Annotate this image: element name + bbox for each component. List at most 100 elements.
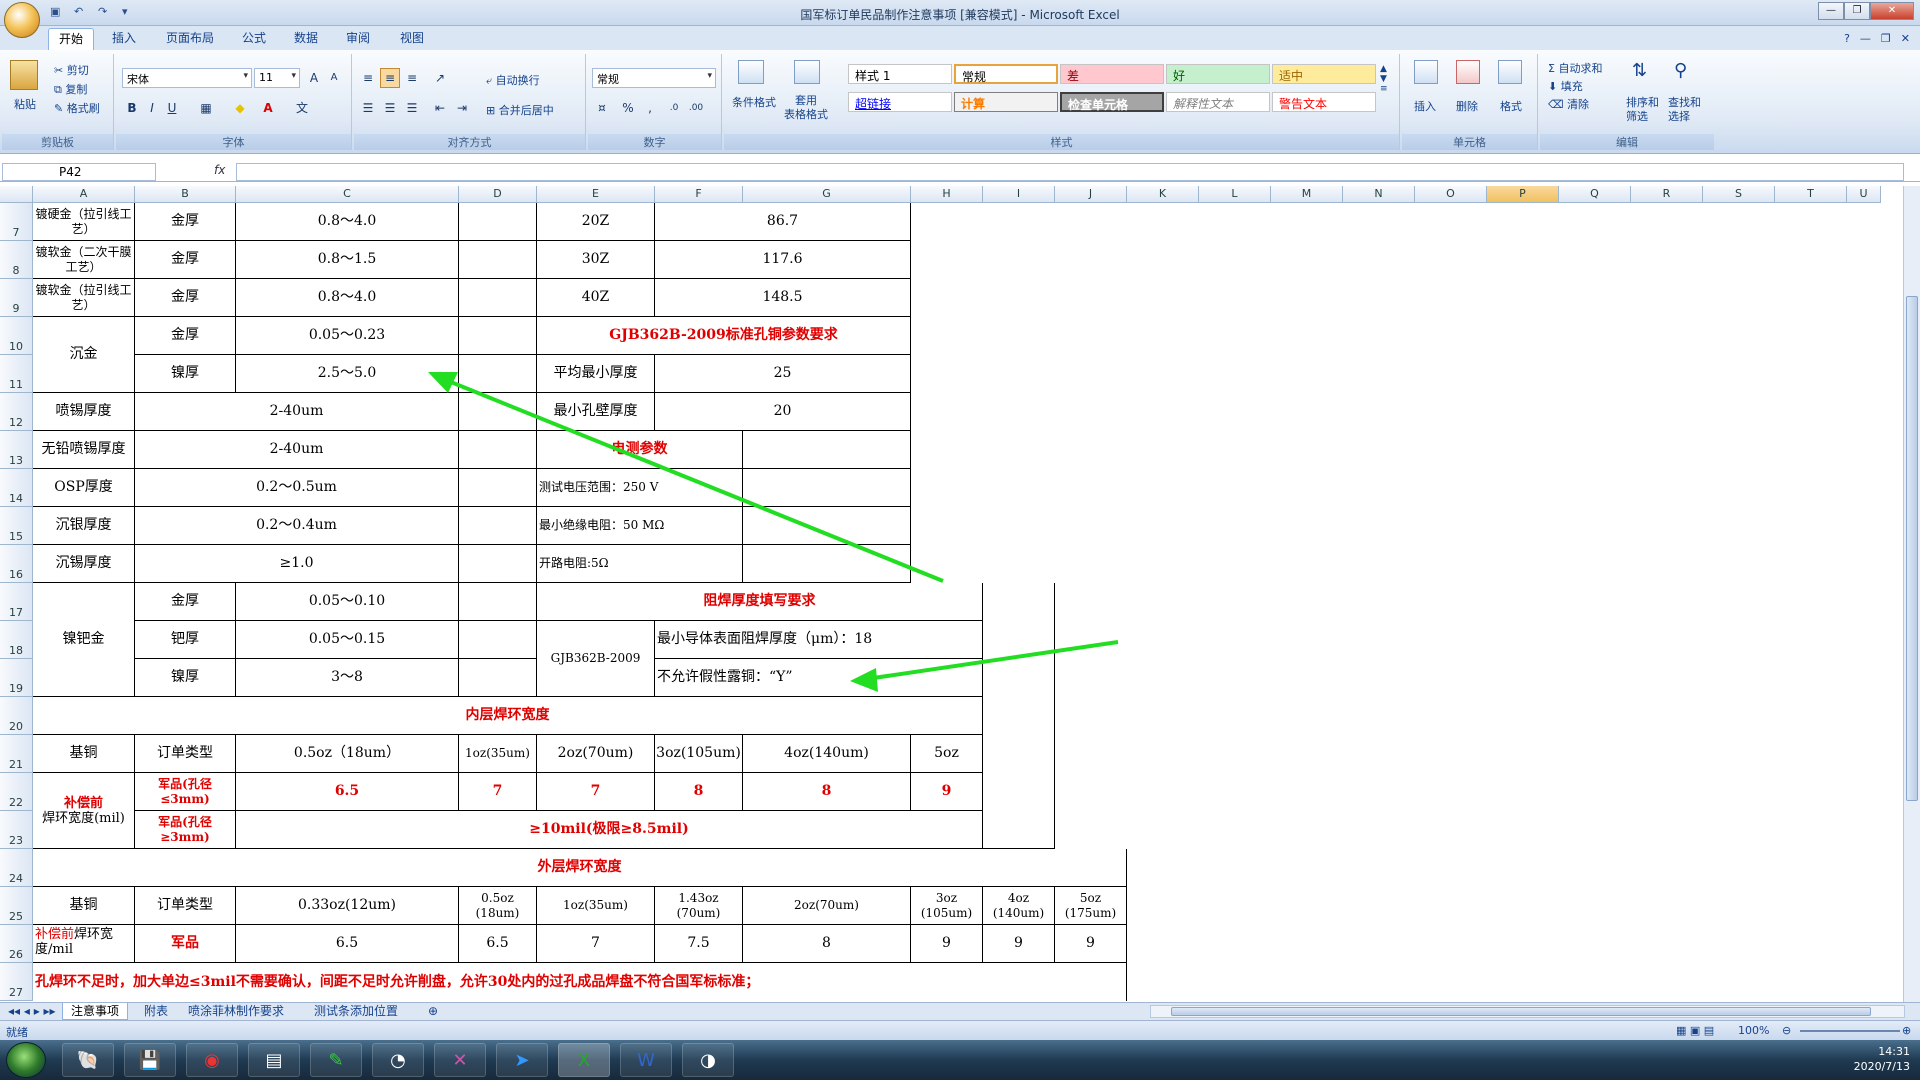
column-header-t[interactable]: T <box>1775 186 1847 203</box>
cell-h22[interactable]: 9 <box>911 773 983 811</box>
row-header-14[interactable]: 14 <box>0 469 33 507</box>
cell-d25[interactable]: 0.5oz (18um) <box>459 887 537 925</box>
column-header-i[interactable]: I <box>983 186 1055 203</box>
name-box[interactable]: P42 <box>2 163 156 181</box>
cell-e13[interactable]: 电测参数 <box>537 431 743 469</box>
cell-e11[interactable]: 平均最小厚度 <box>537 355 655 393</box>
increase-decimal-icon[interactable]: .0 <box>664 98 684 118</box>
row-header-13[interactable]: 13 <box>0 431 33 469</box>
cell-e26[interactable]: 7 <box>537 925 655 963</box>
tab-insert[interactable]: 插入 <box>102 28 146 50</box>
cell-d8[interactable] <box>459 241 537 279</box>
row-header-27[interactable]: 27 <box>0 963 33 1001</box>
taskbar-excel-icon[interactable]: X <box>558 1043 610 1077</box>
column-header-d[interactable]: D <box>459 186 537 203</box>
cell-c15[interactable]: 0.2～0.4um <box>135 507 459 545</box>
cell-g15[interactable] <box>743 507 911 545</box>
cell-c25[interactable]: 0.33oz(12um) <box>236 887 459 925</box>
cell-i17[interactable] <box>983 583 1055 849</box>
cell-f26[interactable]: 7.5 <box>655 925 743 963</box>
column-header-m[interactable]: M <box>1271 186 1343 203</box>
sheet-tab-appendix[interactable]: 附表 <box>136 1003 176 1020</box>
decrease-indent-icon[interactable]: ⇤ <box>430 98 450 118</box>
cell-e7[interactable]: 20Z <box>537 203 655 241</box>
cell-i25[interactable]: 4oz (140um) <box>983 887 1055 925</box>
cell-a22x[interactable]: 补偿前 焊环宽度(mil) <box>33 773 135 849</box>
comma-icon[interactable]: , <box>640 98 660 118</box>
start-button[interactable] <box>6 1042 46 1078</box>
row-header-8[interactable]: 8 <box>0 241 33 279</box>
cell-a10[interactable]: 沉金 <box>33 317 135 393</box>
tab-formulas[interactable]: 公式 <box>232 28 276 50</box>
cell-d22[interactable]: 7 <box>459 773 537 811</box>
row-header-9[interactable]: 9 <box>0 279 33 317</box>
fill-color-icon[interactable]: ◆ <box>230 98 250 118</box>
style-cell-warning[interactable]: 警告文本 <box>1272 92 1376 112</box>
cell-c22[interactable]: 6.5 <box>236 773 459 811</box>
format-cells-icon[interactable] <box>1498 60 1522 84</box>
format-painter-button[interactable]: ✎ 格式刷 <box>54 100 100 116</box>
font-name-select[interactable]: 宋体 <box>122 68 252 88</box>
fill-button[interactable]: ⬇ 填充 <box>1548 78 1583 94</box>
cell-g16[interactable] <box>743 545 911 583</box>
sheet-tab-test[interactable]: 测试条添加位置 <box>306 1003 406 1020</box>
cell-g11[interactable]: 25 <box>655 355 911 393</box>
currency-icon[interactable]: ¤ <box>592 98 612 118</box>
help-icon[interactable]: ? <box>1844 32 1850 45</box>
cell-c14[interactable]: 0.2～0.5um <box>135 469 459 507</box>
conditional-format-button[interactable]: 条件格式 <box>732 94 776 110</box>
row-header-21[interactable]: 21 <box>0 735 33 773</box>
column-header-j[interactable]: J <box>1055 186 1127 203</box>
cell-c18[interactable]: 0.05～0.15 <box>236 621 459 659</box>
style-cell-calculation[interactable]: 计算 <box>954 92 1058 112</box>
cell-e21[interactable]: 2oz(70um) <box>537 735 655 773</box>
column-header-e[interactable]: E <box>537 186 655 203</box>
cell-a9[interactable]: 镀软金（拉引线工艺） <box>33 279 135 317</box>
align-left-icon[interactable]: ☰ <box>358 98 378 118</box>
taskbar-notepad-icon[interactable]: ▤ <box>248 1043 300 1077</box>
underline-button[interactable]: U <box>162 98 182 118</box>
cell-c11[interactable]: 2.5～5.0 <box>236 355 459 393</box>
cell-g13[interactable] <box>743 431 911 469</box>
empty-grid-region[interactable] <box>1127 203 1920 1001</box>
column-header-u[interactable]: U <box>1847 186 1881 203</box>
taskbar-save-icon[interactable]: 💾 <box>124 1043 176 1077</box>
phonetic-icon[interactable]: 文 <box>292 98 312 118</box>
cell-d10[interactable] <box>459 317 537 355</box>
cell-f25[interactable]: 1.43oz (70um) <box>655 887 743 925</box>
cell-b17[interactable]: 金厚 <box>135 583 236 621</box>
paste-icon[interactable] <box>10 60 38 90</box>
align-center-icon[interactable]: ☰ <box>380 98 400 118</box>
cell-g7[interactable]: 86.7 <box>655 203 911 241</box>
italic-button[interactable]: I <box>142 98 162 118</box>
view-buttons[interactable]: ▦ ▣ ▤ <box>1676 1024 1714 1037</box>
cell-d14[interactable] <box>459 469 537 507</box>
wrap-text-button[interactable]: ⤶ 自动换行 <box>486 72 540 88</box>
style-cell-explanatory[interactable]: 解释性文本 <box>1166 92 1270 112</box>
sheet-nav-arrows[interactable]: ◂◂ ◂ ▸ ▸▸ <box>0 1003 64 1020</box>
percent-icon[interactable]: % <box>618 98 638 118</box>
cell-b25[interactable]: 订单类型 <box>135 887 236 925</box>
worksheet-grid[interactable]: A B C D E F G H I J K L M N O P Q R S T U 7 8 9 10 11 12 13 14 15 16 17… <box>0 186 1920 1001</box>
row-header-12[interactable]: 12 <box>0 393 33 431</box>
cell-a12[interactable]: 喷锡厚度 <box>33 393 135 431</box>
tab-home[interactable]: 开始 <box>48 28 95 50</box>
cell-g25[interactable]: 2oz(70um) <box>743 887 911 925</box>
zoom-out-icon[interactable]: ⊖ <box>1782 1024 1791 1037</box>
cell-e9[interactable]: 40Z <box>537 279 655 317</box>
tab-page-layout[interactable]: 页面布局 <box>156 28 224 50</box>
cell-h25[interactable]: 3oz (105um) <box>911 887 983 925</box>
cell-c12[interactable]: 2-40um <box>135 393 459 431</box>
insert-cells-button[interactable]: 插入 <box>1414 98 1436 114</box>
row-header-15[interactable]: 15 <box>0 507 33 545</box>
style-cell-check[interactable]: 检查单元格 <box>1060 92 1164 112</box>
cell-e17[interactable]: 阻焊厚度填写要求 <box>537 583 983 621</box>
minimize-button[interactable]: — <box>1818 2 1844 20</box>
insert-cells-icon[interactable] <box>1414 60 1438 84</box>
style-cell-style1[interactable]: 样式 1 <box>848 64 952 84</box>
font-size-select[interactable]: 11 <box>254 68 300 88</box>
cell-a20[interactable]: 内层焊环宽度 <box>33 697 983 735</box>
column-header-c[interactable]: C <box>236 186 459 203</box>
cell-a26x[interactable]: 补偿前焊环宽度/mil <box>33 925 135 963</box>
cell-c19[interactable]: 3～8 <box>236 659 459 697</box>
